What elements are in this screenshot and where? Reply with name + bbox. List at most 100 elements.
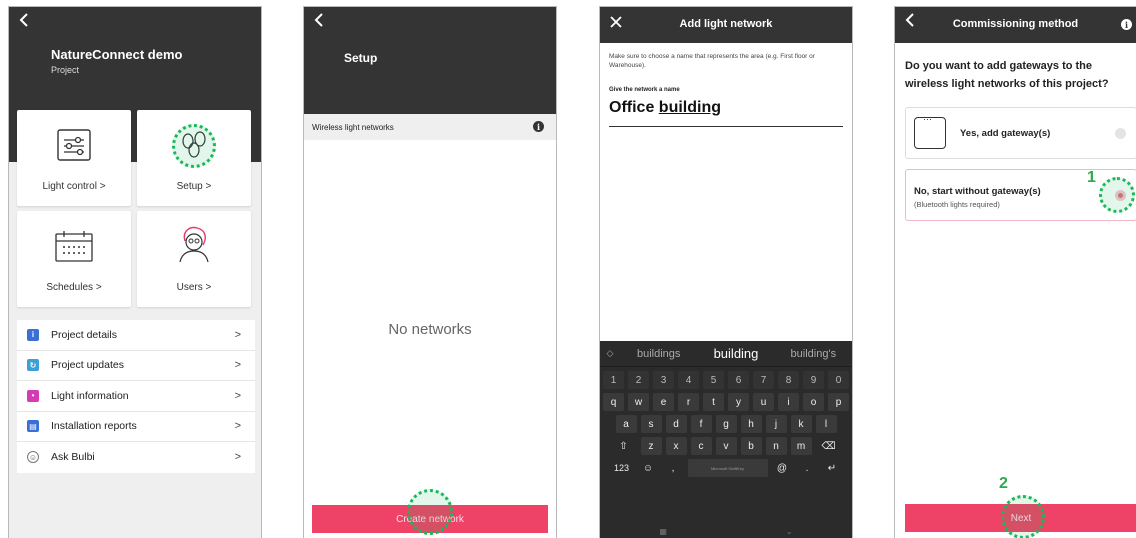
menu-label: Project updates	[51, 359, 124, 372]
suggestion[interactable]: buildings	[620, 348, 697, 360]
home-screen: NatureConnect demo Project Light control…	[8, 6, 262, 538]
network-name-input[interactable]: Office building	[609, 99, 843, 127]
key[interactable]: u	[753, 393, 774, 411]
key[interactable]: b	[740, 437, 762, 455]
key-row-2: a s d f g h j k l	[600, 415, 852, 433]
key[interactable]: k	[790, 415, 812, 433]
key[interactable]: d	[665, 415, 687, 433]
key[interactable]: e	[653, 393, 674, 411]
key[interactable]: y	[728, 393, 749, 411]
emoji-key[interactable]: ☺	[638, 459, 659, 477]
key[interactable]: h	[740, 415, 762, 433]
key[interactable]: c	[690, 437, 712, 455]
menu-project-details[interactable]: i Project details >	[17, 320, 255, 351]
back-button[interactable]	[19, 13, 29, 27]
section-header: Wireless light networks i	[304, 114, 556, 140]
schedules-label: Schedules	[46, 282, 94, 293]
space-key[interactable]: Microsoft SwiftKey	[687, 459, 768, 477]
page-title: Setup	[344, 51, 378, 65]
key[interactable]: j	[765, 415, 787, 433]
key[interactable]: t	[703, 393, 724, 411]
key[interactable]: 1	[603, 371, 624, 389]
key[interactable]: a	[615, 415, 637, 433]
key[interactable]: p	[828, 393, 849, 411]
page-title: Commissioning method	[952, 18, 1079, 30]
key[interactable]: 3	[653, 371, 674, 389]
key[interactable]: x	[665, 437, 687, 455]
project-name: NatureConnect demo	[51, 47, 183, 62]
field-value-part: Office	[609, 99, 659, 116]
question-text: Do you want to add gateways to the wirel…	[905, 60, 1109, 90]
key[interactable]: q	[603, 393, 624, 411]
bulbi-icon: ☺	[27, 451, 39, 464]
key[interactable]: 4	[678, 371, 699, 389]
suggestion[interactable]: building	[697, 346, 774, 361]
keyboard-grid-icon[interactable]: ▦	[659, 527, 667, 537]
key[interactable]: 6	[728, 371, 749, 389]
suggestion[interactable]: building's	[775, 348, 852, 360]
option-sublabel: (Bluetooth lights required)	[914, 200, 1000, 209]
key[interactable]: n	[765, 437, 787, 455]
schedules-tile[interactable]: Schedules >	[17, 211, 131, 307]
info-icon: i	[27, 328, 39, 341]
key[interactable]: w	[628, 393, 649, 411]
key[interactable]: s	[640, 415, 662, 433]
step-highlight	[407, 489, 453, 535]
option-label: No, start without gateway(s)	[914, 186, 1041, 197]
key[interactable]: r	[678, 393, 699, 411]
chevron-left-icon	[19, 13, 28, 27]
network-list	[304, 140, 556, 538]
key[interactable]: 2	[628, 371, 649, 389]
menu-light-information[interactable]: • Light information >	[17, 381, 255, 412]
backspace-key[interactable]: ⌫	[816, 437, 842, 455]
key[interactable]: m	[790, 437, 812, 455]
project-subtitle: Project	[51, 65, 80, 75]
comma-key[interactable]: ,	[663, 459, 684, 477]
key[interactable]: v	[715, 437, 737, 455]
key[interactable]: 5	[703, 371, 724, 389]
key[interactable]: l	[815, 415, 837, 433]
period-key[interactable]: @	[772, 459, 793, 477]
option-add-gateway[interactable]: ··· Yes, add gateway(s)	[905, 107, 1136, 159]
chevron-right-icon: >	[205, 282, 212, 293]
setup-label: Setup	[176, 181, 203, 192]
enter-key[interactable]: ↵	[822, 459, 843, 477]
chevron-down-icon[interactable]: ⌄	[786, 527, 793, 537]
users-tile[interactable]: Users >	[137, 211, 251, 307]
step-highlight	[1001, 495, 1045, 538]
radio-unselected[interactable]	[1115, 128, 1126, 139]
users-label: Users	[176, 282, 203, 293]
key[interactable]: f	[690, 415, 712, 433]
chevron-right-icon: >	[95, 282, 102, 293]
dot-key[interactable]: .	[797, 459, 818, 477]
menu-ask-bulbi[interactable]: ☺ Ask Bulbi >	[17, 442, 255, 473]
info-icon[interactable]: i	[1121, 19, 1132, 30]
key[interactable]: g	[715, 415, 737, 433]
key[interactable]: 9	[803, 371, 824, 389]
field-value-composing: building	[658, 99, 721, 116]
commissioning-screen: Commissioning method i Do you want to ad…	[894, 6, 1136, 538]
expand-icon[interactable]: ◇	[600, 348, 620, 359]
setup-screen: Setup Wireless light networks i No netwo…	[303, 6, 557, 538]
report-icon: ▤	[27, 420, 39, 433]
light-control-tile[interactable]: Light control >	[17, 110, 131, 206]
key[interactable]: o	[803, 393, 824, 411]
key[interactable]: i	[778, 393, 799, 411]
step-highlight	[172, 124, 216, 168]
step-highlight	[1099, 177, 1135, 213]
key[interactable]: 0	[828, 371, 849, 389]
key[interactable]: 7	[753, 371, 774, 389]
back-button[interactable]	[314, 13, 324, 27]
key[interactable]: z	[640, 437, 662, 455]
info-icon[interactable]: i	[533, 121, 544, 132]
key[interactable]: 8	[778, 371, 799, 389]
menu-project-updates[interactable]: ↻ Project updates >	[17, 351, 255, 381]
setup-tile[interactable]: Setup >	[137, 110, 251, 206]
menu-installation-reports[interactable]: ▤ Installation reports >	[17, 412, 255, 442]
calendar-icon	[55, 231, 93, 262]
bulb-icon: •	[27, 389, 39, 402]
shift-key[interactable]: ⇧	[611, 437, 637, 455]
key-row-4: 123 ☺ , Microsoft SwiftKey @ . ↵	[600, 459, 852, 477]
numbers-key[interactable]: 123	[610, 459, 634, 477]
commissioning-header: Commissioning method i	[895, 7, 1136, 43]
